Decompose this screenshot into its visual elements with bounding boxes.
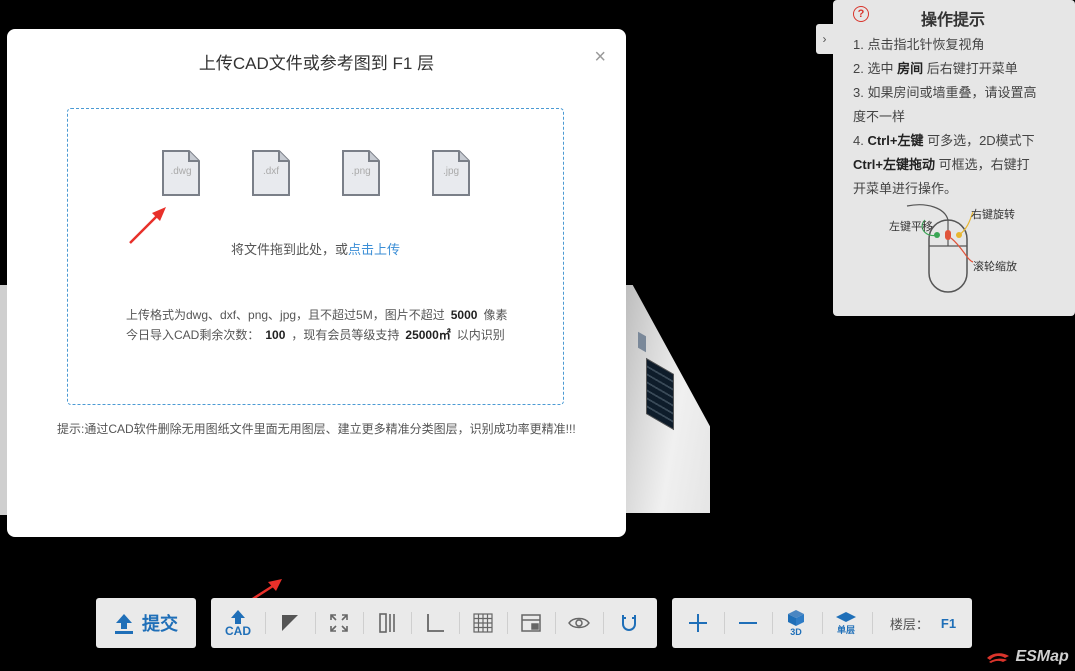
mouse-wheel-label: 滚轮缩放 [973, 261, 1017, 273]
view-toolbar: 3D 单层 楼层： F1 [672, 598, 972, 648]
help-panel-toggle[interactable]: › [816, 24, 833, 54]
help-item: 3. 如果房间或墙重叠，请设置高 [853, 85, 1037, 100]
submit-toolbar: 提交 [96, 598, 196, 648]
upload-dropzone[interactable]: .dwg .dxf .png .jpg 将文件拖到此处，或点击上传 上传格式为d… [67, 108, 564, 405]
view-3d-button[interactable]: 3D [774, 598, 818, 648]
snap-button[interactable] [607, 598, 651, 648]
close-icon[interactable]: × [594, 47, 606, 67]
format-info: 上传格式为dwg、dxf、png、jpg，且不超过5M，图片不超过 5000 像素 [126, 308, 508, 322]
help-item: Ctrl+左键拖动 可框选，右键打 [853, 157, 1030, 172]
jpg-file-icon: .jpg [431, 149, 471, 197]
upload-hint: 提示:通过CAD软件删除无用图纸文件里面无用图层、建立更多精准分类图层，识别成功… [57, 422, 576, 436]
visibility-button[interactable] [557, 598, 601, 648]
cad-upload-button[interactable]: CAD [217, 598, 259, 648]
draw-polygon-button[interactable] [269, 598, 311, 648]
wall-button[interactable] [365, 598, 409, 648]
upload-icon [231, 610, 245, 624]
mouse-diagram: 左键平移 右键旋转 滚轮缩放 [887, 198, 1027, 303]
cube-icon [788, 610, 804, 626]
help-item: 开菜单进行操作。 [853, 181, 958, 196]
room-icon [521, 614, 541, 632]
layer-icon [836, 611, 856, 622]
grid-icon [473, 613, 493, 633]
plus-icon [689, 614, 707, 632]
help-title: 操作提示 [921, 12, 986, 29]
submit-button[interactable]: 提交 [96, 598, 196, 648]
tools-toolbar: CAD [211, 598, 657, 648]
esmap-logo: ESMap [985, 648, 1069, 666]
minus-icon [739, 622, 757, 624]
mouse-right-label: 右键旋转 [971, 209, 1015, 221]
single-floor-button[interactable]: 单层 [824, 598, 868, 648]
triangle-icon [282, 615, 298, 631]
upload-dialog: 上传CAD文件或参考图到 F1 层 × .dwg .dxf .png .jpg … [7, 29, 626, 537]
help-item: 度不一样 [853, 109, 906, 124]
help-panel: ? 操作提示 1. 点击指北针恢复视角 2. 选中 房间 后右键打开菜单 3. … [833, 0, 1075, 316]
expand-icon [330, 614, 348, 632]
quota-info: 今日导入CAD剩余次数： 100 ，现有会员等级支持 25000㎡ 以内识别 [126, 328, 505, 342]
click-upload-link[interactable]: 点击上传 [348, 242, 400, 257]
room-button[interactable] [509, 598, 553, 648]
fullscreen-button[interactable] [317, 598, 361, 648]
help-item: 2. 选中 房间 后右键打开菜单 [853, 61, 1018, 76]
grid-button[interactable] [461, 598, 505, 648]
drop-text: 将文件拖到此处，或 [230, 242, 348, 257]
corner-icon [427, 614, 444, 632]
upload-icon [115, 614, 133, 634]
floor-label: 楼层： [889, 616, 929, 632]
dialog-title: 上传CAD文件或参考图到 F1 层 [198, 54, 435, 73]
wall-icon [379, 613, 395, 633]
png-file-icon: .png [341, 149, 381, 197]
floor-selector[interactable]: 楼层： F1 [878, 598, 968, 648]
eye-icon [568, 617, 590, 629]
dxf-file-icon: .dxf [251, 149, 291, 197]
help-item: 1. 点击指北针恢复视角 [853, 37, 985, 52]
annotation-arrow-icon [129, 207, 166, 244]
zoom-in-button[interactable] [676, 598, 720, 648]
esmap-logo-icon [987, 652, 1009, 663]
help-item: 4. Ctrl+左键 可多选，2D模式下 [853, 133, 1035, 148]
floor-value: F1 [940, 615, 957, 631]
question-icon: ? [853, 6, 869, 22]
dwg-file-icon: .dwg [161, 149, 201, 197]
corner-button[interactable] [413, 598, 457, 648]
zoom-out-button[interactable] [726, 598, 770, 648]
mouse-left-label: 左键平移 [889, 221, 933, 233]
magnet-icon [622, 615, 636, 631]
